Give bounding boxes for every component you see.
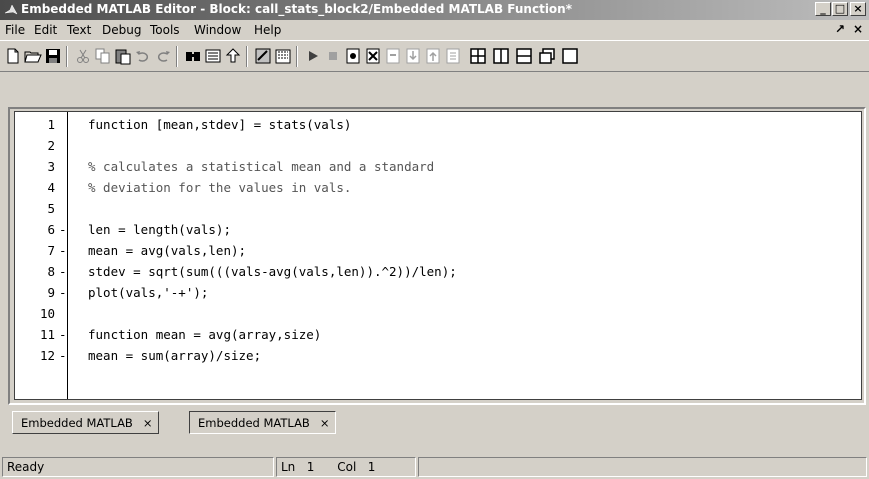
copy-icon[interactable] bbox=[94, 47, 112, 65]
document-tab-active[interactable]: Embedded MATLAB × bbox=[189, 411, 337, 434]
line-number: 5 bbox=[47, 201, 55, 216]
status-text: Ready bbox=[2, 457, 274, 477]
column-number: 1 bbox=[367, 460, 376, 474]
code-text: mean = avg(vals,len); bbox=[88, 243, 247, 258]
code-text: function [mean,stdev] = stats(vals) bbox=[88, 117, 352, 132]
new-file-icon[interactable] bbox=[4, 47, 22, 65]
menu-edit[interactable]: Edit bbox=[34, 23, 57, 37]
code-text: mean = sum(array)/size; bbox=[88, 348, 262, 363]
line-number: 3 bbox=[47, 159, 55, 174]
breakpoint-marker[interactable]: - bbox=[59, 324, 67, 345]
code-line[interactable]: 9- plot(vals,'-+'); bbox=[15, 282, 861, 303]
window-title: Embedded MATLAB Editor - Block: call_sta… bbox=[21, 2, 572, 16]
breakpoint-marker[interactable]: - bbox=[59, 345, 67, 366]
show-functions-icon[interactable] bbox=[204, 47, 222, 65]
code-line[interactable]: 8- stdev = sqrt(sum(((vals-avg(vals,len))… bbox=[15, 261, 861, 282]
step-in-icon[interactable] bbox=[404, 47, 422, 65]
split-vertical-icon[interactable] bbox=[492, 47, 510, 65]
matlab-logo-icon bbox=[4, 4, 18, 15]
code-editor[interactable]: 1 function [mean,stdev] = stats(vals) 2 3 % … bbox=[14, 111, 862, 400]
document-tab-bar: Embedded MATLAB × Embedded MATLAB × bbox=[8, 409, 866, 437]
code-line[interactable]: 7- mean = avg(vals,len); bbox=[15, 240, 861, 261]
line-number: 2 bbox=[47, 138, 55, 153]
code-line[interactable]: 1 function [mean,stdev] = stats(vals) bbox=[15, 114, 861, 135]
breakpoint-marker[interactable]: - bbox=[59, 282, 67, 303]
code-line[interactable]: 12- mean = sum(array)/size; bbox=[15, 345, 861, 366]
tab-close-icon[interactable]: × bbox=[143, 416, 153, 430]
open-folder-icon[interactable] bbox=[24, 47, 42, 65]
split-horizontal-icon[interactable] bbox=[515, 47, 533, 65]
menu-bar: File Edit Text Debug Tools Window Help ↗… bbox=[0, 20, 869, 40]
breakpoint-marker[interactable]: - bbox=[59, 240, 67, 261]
update-diagram-icon[interactable] bbox=[254, 47, 272, 65]
menu-tools[interactable]: Tools bbox=[150, 23, 180, 37]
tab-label: Embedded MATLAB bbox=[198, 416, 310, 430]
set-breakpoint-icon[interactable] bbox=[344, 47, 362, 65]
line-number: 1 bbox=[47, 117, 55, 132]
cut-icon[interactable] bbox=[74, 47, 92, 65]
status-extra-cell bbox=[418, 457, 867, 477]
code-comment: % deviation for the values in vals. bbox=[88, 180, 352, 195]
code-line[interactable]: 2 bbox=[15, 135, 861, 156]
code-line[interactable]: 3 % calculates a statistical mean and a s… bbox=[15, 156, 861, 177]
document-tab[interactable]: Embedded MATLAB × bbox=[12, 411, 160, 434]
code-line[interactable]: 11- function mean = avg(array,size) bbox=[15, 324, 861, 345]
code-line[interactable]: 6- len = length(vals); bbox=[15, 219, 861, 240]
line-number: 1 bbox=[306, 460, 315, 474]
line-number: 4 bbox=[47, 180, 55, 195]
maximize-icon[interactable] bbox=[561, 47, 579, 65]
code-comment: % calculates a statistical mean and a st… bbox=[88, 159, 435, 174]
line-number: 9 bbox=[47, 285, 55, 300]
close-editor-button[interactable]: × bbox=[853, 22, 863, 36]
restore-icon[interactable] bbox=[538, 47, 556, 65]
find-icon[interactable] bbox=[184, 47, 202, 65]
code-line[interactable]: 4 % deviation for the values in vals. bbox=[15, 177, 861, 198]
code-text: plot(vals,'-+'); bbox=[88, 285, 209, 300]
menu-debug[interactable]: Debug bbox=[102, 23, 141, 37]
title-bar: Embedded MATLAB Editor - Block: call_sta… bbox=[0, 0, 869, 20]
run-icon[interactable] bbox=[304, 47, 322, 65]
stop-icon[interactable] bbox=[324, 47, 342, 65]
breakpoint-marker[interactable]: - bbox=[59, 219, 67, 240]
clear-breakpoints-icon[interactable] bbox=[364, 47, 382, 65]
line-number: 10 bbox=[39, 306, 55, 321]
minimize-button[interactable]: _ bbox=[815, 2, 831, 16]
toolbar bbox=[0, 40, 869, 72]
status-bar: Ready Ln 1 Col 1 bbox=[0, 455, 869, 479]
redo-icon[interactable] bbox=[154, 47, 172, 65]
exit-debug-icon[interactable] bbox=[444, 47, 462, 65]
cursor-position: Ln 1 Col 1 bbox=[276, 457, 416, 477]
menu-window[interactable]: Window bbox=[194, 23, 241, 37]
tile-icon[interactable] bbox=[469, 47, 487, 65]
code-line[interactable]: 5 bbox=[15, 198, 861, 219]
line-number: 12 bbox=[39, 348, 55, 363]
tab-close-icon[interactable]: × bbox=[320, 416, 330, 430]
line-number: 11 bbox=[39, 327, 55, 342]
step-icon[interactable] bbox=[384, 47, 402, 65]
line-number: 7 bbox=[47, 243, 55, 258]
maximize-button[interactable]: □ bbox=[832, 2, 848, 16]
go-to-parent-icon[interactable] bbox=[224, 47, 242, 65]
line-number: 6 bbox=[47, 222, 55, 237]
undo-icon[interactable] bbox=[134, 47, 152, 65]
code-text: len = length(vals); bbox=[88, 222, 231, 237]
code-line[interactable]: 10 bbox=[15, 303, 861, 324]
code-text: function mean = avg(array,size) bbox=[88, 327, 322, 342]
menu-help[interactable]: Help bbox=[254, 23, 281, 37]
menu-text[interactable]: Text bbox=[67, 23, 91, 37]
line-label: Ln bbox=[281, 460, 296, 474]
breakpoint-marker[interactable]: - bbox=[59, 261, 67, 282]
build-icon[interactable] bbox=[274, 47, 292, 65]
undock-button[interactable]: ↗ bbox=[835, 22, 845, 36]
menu-file[interactable]: File bbox=[5, 23, 25, 37]
paste-icon[interactable] bbox=[114, 47, 132, 65]
save-icon[interactable] bbox=[44, 47, 62, 65]
column-label: Col bbox=[337, 460, 357, 474]
code-text: stdev = sqrt(sum(((vals-avg(vals,len)).^… bbox=[88, 264, 457, 279]
line-number: 8 bbox=[47, 264, 55, 279]
step-out-icon[interactable] bbox=[424, 47, 442, 65]
tab-label: Embedded MATLAB bbox=[21, 416, 133, 430]
close-button[interactable]: × bbox=[850, 2, 866, 16]
